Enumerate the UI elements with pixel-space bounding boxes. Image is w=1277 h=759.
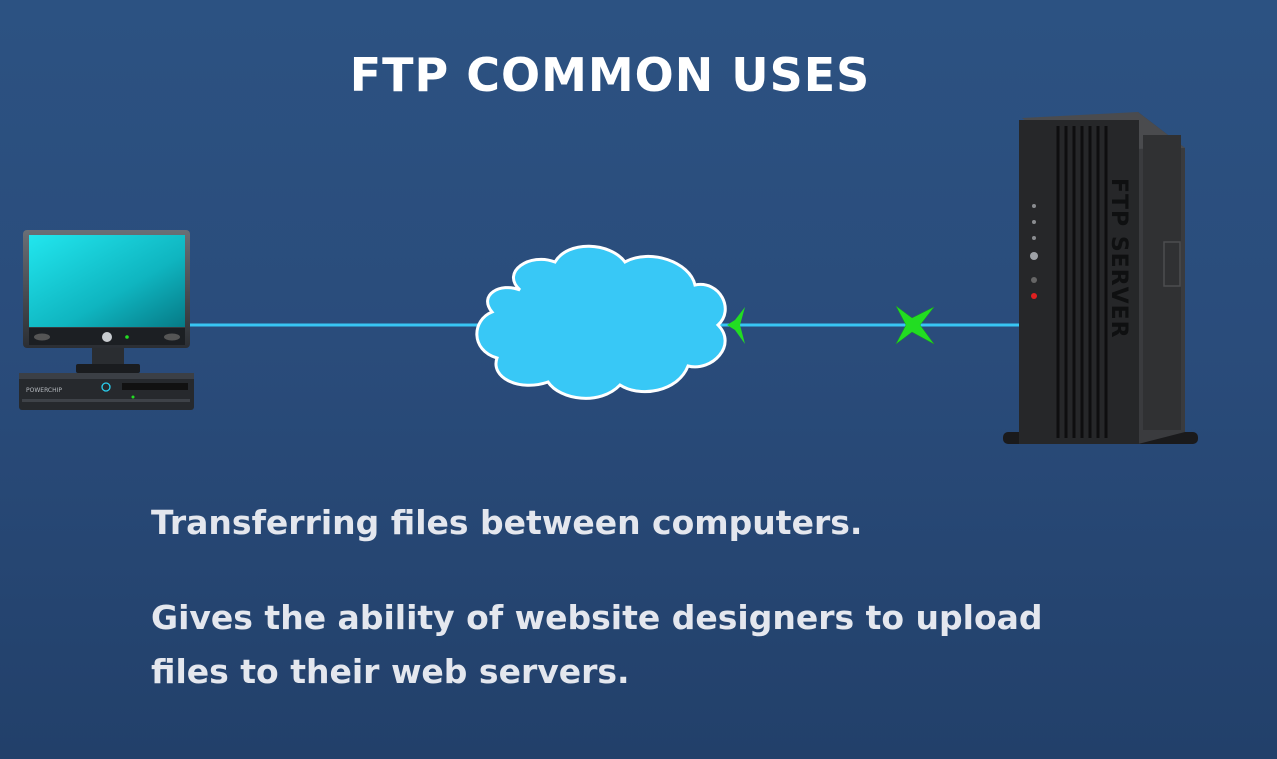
slide: FTP COMMON USES POWERCHIP FTP SERVER Tra… [0,0,1277,759]
cloud-icon [475,244,727,400]
network-diagram: POWERCHIP FTP SERVER [19,112,1198,444]
desktop-computer-icon: POWERCHIP [19,230,194,410]
server-tower-icon: FTP SERVER [1003,112,1198,444]
bullet-transfer-files: Transferring files between computers. [151,503,863,542]
computer-brand-label: POWERCHIP [26,387,62,394]
server-label: FTP SERVER [1106,178,1131,339]
bullet-website-upload: Gives the ability of website designers t… [151,598,1043,691]
